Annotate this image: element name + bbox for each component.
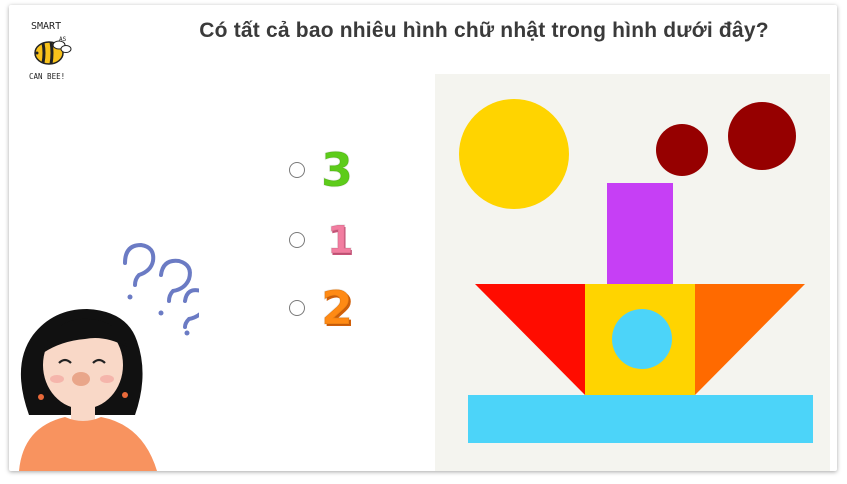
yellow-circle bbox=[459, 99, 569, 209]
shapes-figure bbox=[435, 74, 830, 471]
logo-line1: SMART bbox=[31, 21, 61, 32]
quiz-card: SMART AS CAN BEE! Có tất cả bao nhiêu hì… bbox=[9, 5, 837, 471]
dark-red-circle-small bbox=[656, 124, 708, 176]
option-3[interactable]: 2 bbox=[289, 281, 354, 335]
question-marks-icon bbox=[123, 242, 210, 336]
option-2-label: 1 bbox=[326, 217, 354, 263]
option-1-label: 3 bbox=[320, 143, 354, 197]
option-2-radio[interactable] bbox=[289, 232, 305, 248]
dark-red-circle-large bbox=[728, 102, 796, 170]
purple-rectangle bbox=[607, 183, 673, 284]
thinking-girl-icon bbox=[19, 242, 210, 471]
option-1[interactable]: 3 bbox=[289, 143, 354, 197]
thinking-girl-illustration bbox=[9, 235, 210, 471]
light-blue-circle bbox=[612, 309, 672, 369]
orange-triangle bbox=[695, 284, 805, 395]
red-triangle bbox=[475, 284, 585, 395]
option-3-radio[interactable] bbox=[289, 300, 305, 316]
option-2[interactable]: 1 bbox=[289, 215, 354, 265]
option-1-radio[interactable] bbox=[289, 162, 305, 178]
smart-as-bee-logo: SMART AS CAN BEE! bbox=[25, 15, 83, 89]
logo-line3: CAN BEE! bbox=[29, 72, 65, 81]
shapes-figure-canvas bbox=[459, 99, 813, 443]
option-3-label: 2 bbox=[320, 281, 354, 335]
bee-logo-icon: SMART AS CAN BEE! bbox=[29, 21, 72, 81]
question-text: Có tất cả bao nhiêu hình chữ nhật trong … bbox=[199, 19, 769, 42]
light-blue-rectangle bbox=[468, 395, 813, 443]
